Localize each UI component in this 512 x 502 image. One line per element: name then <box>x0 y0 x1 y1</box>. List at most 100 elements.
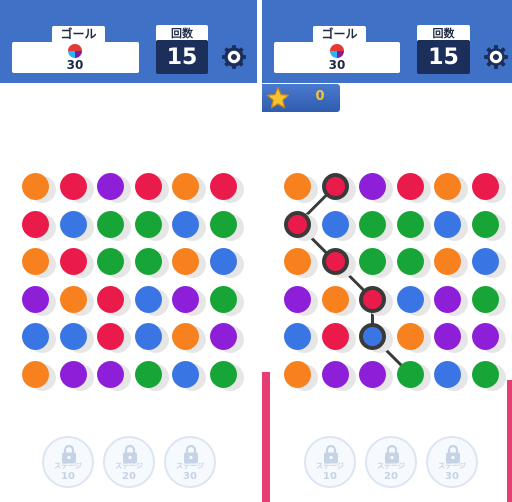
ball-green[interactable] <box>209 360 237 388</box>
top-bar: ゴール 30 回数 15 <box>0 0 257 83</box>
stage-lock-20[interactable]: ステージ 20 <box>103 436 155 488</box>
ball-orange[interactable] <box>396 323 424 350</box>
ball-blue[interactable] <box>172 360 199 388</box>
ball-red[interactable] <box>209 173 237 200</box>
ball-blue[interactable] <box>209 248 237 275</box>
ball-purple[interactable] <box>471 323 499 350</box>
ball-orange[interactable] <box>172 173 199 200</box>
ball-blue[interactable] <box>284 323 311 350</box>
ball-green[interactable] <box>97 210 124 238</box>
ball-orange[interactable] <box>172 248 199 275</box>
ball-green[interactable] <box>359 248 386 275</box>
stage-number: 30 <box>183 471 197 482</box>
ball-purple[interactable] <box>359 360 386 388</box>
stage-number: 30 <box>445 471 459 482</box>
goal-count: 30 <box>66 58 84 72</box>
ball-orange[interactable] <box>284 173 311 200</box>
ball-blue[interactable] <box>359 323 386 350</box>
stage-label: ステージ <box>316 462 344 470</box>
ball-red[interactable] <box>471 173 499 200</box>
ball-green[interactable] <box>134 248 162 275</box>
lock-icon <box>62 444 76 464</box>
settings-gear-icon[interactable] <box>221 44 247 70</box>
ball-green[interactable] <box>209 285 237 313</box>
ball-green[interactable] <box>209 210 237 238</box>
left-game-screen: ゴール 30 回数 15 ステージ 10 ステージ 20 ステージ 30 <box>0 0 257 502</box>
stage-number: 20 <box>384 471 398 482</box>
ball-purple[interactable] <box>97 173 124 200</box>
ball-green[interactable] <box>134 210 162 238</box>
ball-purple[interactable] <box>209 323 237 350</box>
ball-blue[interactable] <box>59 210 87 238</box>
stage-lock-10[interactable]: ステージ 10 <box>304 436 356 488</box>
ball-purple[interactable] <box>22 285 49 313</box>
ball-purple[interactable] <box>434 285 461 313</box>
goal-ball-icon <box>68 44 82 58</box>
ball-green[interactable] <box>134 360 162 388</box>
goal-label: ゴール <box>52 26 105 42</box>
ball-green[interactable] <box>471 210 499 238</box>
moves-count: 15 <box>156 40 208 74</box>
ball-blue[interactable] <box>471 248 499 275</box>
ball-purple[interactable] <box>172 285 199 313</box>
ball-purple[interactable] <box>434 323 461 350</box>
stage-label: ステージ <box>377 462 405 470</box>
ball-blue[interactable] <box>321 210 349 238</box>
ball-blue[interactable] <box>434 360 461 388</box>
ball-red[interactable] <box>134 173 162 200</box>
lock-icon <box>123 444 137 464</box>
ball-red[interactable] <box>284 210 311 238</box>
ball-green[interactable] <box>396 210 424 238</box>
stage-label: ステージ <box>176 462 204 470</box>
ball-green[interactable] <box>97 248 124 275</box>
ball-red[interactable] <box>59 248 87 275</box>
lock-icon <box>184 444 198 464</box>
ball-orange[interactable] <box>434 173 461 200</box>
ball-red[interactable] <box>97 323 124 350</box>
ball-blue[interactable] <box>172 210 199 238</box>
ball-orange[interactable] <box>284 248 311 275</box>
stage-label: ステージ <box>54 462 82 470</box>
ball-purple[interactable] <box>321 360 349 388</box>
ball-blue[interactable] <box>134 285 162 313</box>
ball-purple[interactable] <box>97 360 124 388</box>
ball-red[interactable] <box>59 173 87 200</box>
ball-orange[interactable] <box>172 323 199 350</box>
ball-blue[interactable] <box>434 210 461 238</box>
stage-lock-10[interactable]: ステージ 10 <box>42 436 94 488</box>
ball-red[interactable] <box>359 285 386 313</box>
ball-red[interactable] <box>321 173 349 200</box>
ball-orange[interactable] <box>22 360 49 388</box>
ball-red[interactable] <box>321 248 349 275</box>
ball-red[interactable] <box>97 285 124 313</box>
ball-red[interactable] <box>321 323 349 350</box>
ball-orange[interactable] <box>434 248 461 275</box>
ball-purple[interactable] <box>284 285 311 313</box>
ball-red[interactable] <box>396 173 424 200</box>
ball-red[interactable] <box>22 210 49 238</box>
moves-label: 回数 <box>156 25 208 41</box>
ball-purple[interactable] <box>59 360 87 388</box>
ball-blue[interactable] <box>134 323 162 350</box>
ball-orange[interactable] <box>22 248 49 275</box>
ball-green[interactable] <box>396 248 424 275</box>
stage-label: ステージ <box>438 462 466 470</box>
ball-blue[interactable] <box>396 285 424 313</box>
stage-lock-30[interactable]: ステージ 30 <box>426 436 478 488</box>
ball-orange[interactable] <box>22 173 49 200</box>
stage-number: 20 <box>122 471 136 482</box>
ball-green[interactable] <box>396 360 424 388</box>
ball-green[interactable] <box>359 210 386 238</box>
ball-orange[interactable] <box>321 285 349 313</box>
lock-icon <box>385 444 399 464</box>
ball-purple[interactable] <box>359 173 386 200</box>
ball-green[interactable] <box>471 285 499 313</box>
ball-green[interactable] <box>471 360 499 388</box>
lock-icon <box>324 444 338 464</box>
ball-blue[interactable] <box>22 323 49 350</box>
ball-orange[interactable] <box>59 285 87 313</box>
stage-lock-30[interactable]: ステージ 30 <box>164 436 216 488</box>
ball-orange[interactable] <box>284 360 311 388</box>
stage-lock-20[interactable]: ステージ 20 <box>365 436 417 488</box>
ball-blue[interactable] <box>59 323 87 350</box>
